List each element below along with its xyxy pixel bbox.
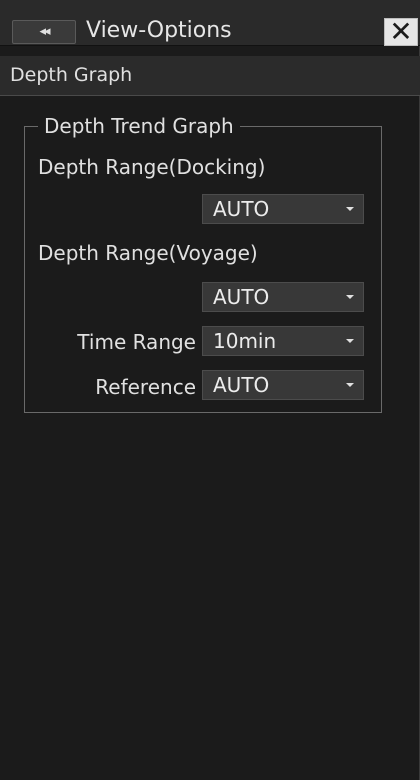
chevron-down-icon xyxy=(346,339,354,343)
group-title: Depth Trend Graph xyxy=(38,113,240,139)
reference-select[interactable]: AUTO xyxy=(202,370,364,400)
time-range-select[interactable]: 10min xyxy=(202,326,364,356)
reference-value: AUTO xyxy=(213,373,270,397)
view-options-window: ◂◂ View-Options ✕ Depth Graph Depth Tren… xyxy=(0,0,420,780)
chevron-down-icon xyxy=(346,383,354,387)
close-icon: ✕ xyxy=(389,15,413,48)
depth-range-docking-value: AUTO xyxy=(213,197,270,221)
window-title: View-Options xyxy=(86,18,232,43)
reference-label: Reference xyxy=(95,375,196,399)
collapse-button[interactable]: ◂◂ xyxy=(12,20,76,44)
depth-range-voyage-select[interactable]: AUTO xyxy=(202,282,364,312)
time-range-label: Time Range xyxy=(77,330,196,354)
title-bar: ◂◂ View-Options ✕ xyxy=(0,0,420,46)
depth-range-voyage-label: Depth Range(Voyage) xyxy=(38,241,258,265)
depth-range-voyage-value: AUTO xyxy=(213,285,270,309)
time-range-value: 10min xyxy=(213,329,277,353)
section-header: Depth Graph xyxy=(0,56,420,96)
chevron-down-icon xyxy=(346,295,354,299)
chevron-down-icon xyxy=(346,207,354,211)
double-chevron-left-icon: ◂◂ xyxy=(39,24,50,39)
depth-range-docking-label: Depth Range(Docking) xyxy=(38,155,266,179)
close-button[interactable]: ✕ xyxy=(384,18,418,46)
section-title: Depth Graph xyxy=(10,64,133,86)
depth-range-docking-select[interactable]: AUTO xyxy=(202,194,364,224)
